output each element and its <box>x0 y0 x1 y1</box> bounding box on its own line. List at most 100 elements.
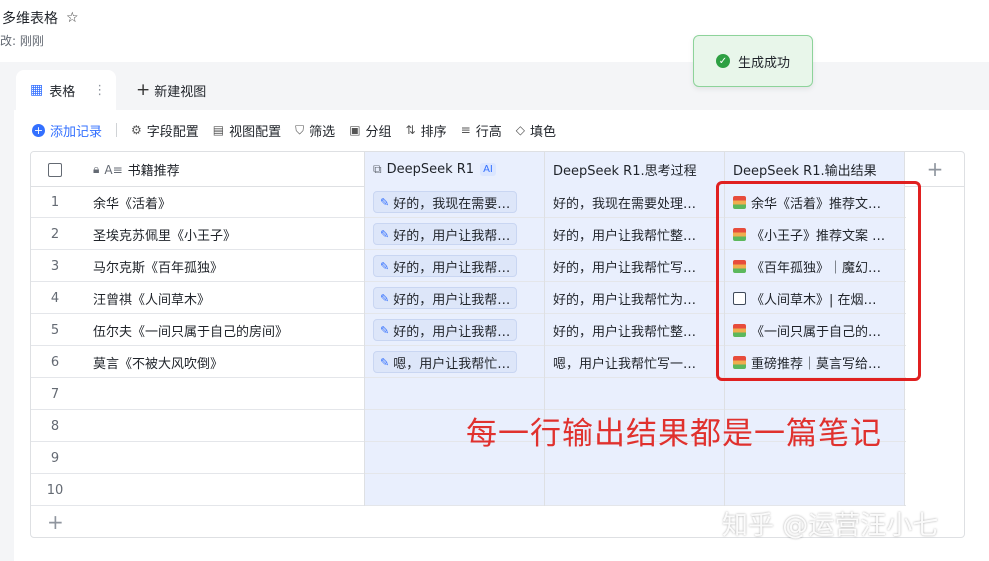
tab-table[interactable]: ▦ 表格 ⋮ <box>16 70 116 110</box>
filter-button[interactable]: ⛉ 筛选 <box>295 121 335 140</box>
row-number: 6 <box>31 346 79 378</box>
ai-result-text: 好的，用户让我帮… <box>393 260 511 276</box>
row-number-text: 5 <box>50 322 60 338</box>
cell-ai[interactable]: ✎ 好的，用户让我帮… <box>365 250 545 282</box>
row-number: 8 <box>31 410 79 442</box>
cell-ai[interactable]: ✎ 好的，用户让我帮… <box>365 218 545 250</box>
ai-generate-icon: ✎ <box>380 291 390 305</box>
ai-result-text: 嗯，用户让我帮忙… <box>393 356 511 372</box>
cell-book[interactable] <box>79 410 365 442</box>
row-height-label: 行高 <box>475 124 502 140</box>
row-height-button[interactable]: ≡ 行高 <box>461 121 502 140</box>
table-row[interactable]: 10 <box>31 474 906 506</box>
cell-output[interactable] <box>725 474 905 506</box>
cell-book[interactable]: 莫言《不被大风吹倒》 <box>79 346 365 378</box>
cell-book-text: 余华《活着》 <box>93 196 172 212</box>
cell-ai[interactable]: ✎ 好的，我现在需要… <box>365 186 545 218</box>
column-header-book[interactable]: 🔒︎ A≡ 书籍推荐 <box>79 152 365 187</box>
select-all-checkbox[interactable] <box>48 162 62 177</box>
watermark: 知乎 @运营汪小七 <box>722 511 939 541</box>
filter-icon: ⛉ <box>295 122 305 137</box>
ai-result-text: 好的，用户让我帮… <box>393 292 511 308</box>
sort-button[interactable]: ⇅ 排序 <box>406 121 447 140</box>
column-header-think-label: DeepSeek R1.思考过程 <box>553 164 697 179</box>
row-number: 2 <box>31 218 79 250</box>
cell-think[interactable]: 好的，用户让我帮忙整… <box>545 218 725 250</box>
toolbar-divider <box>116 123 118 137</box>
document-title[interactable]: 多维表格 ☆ <box>2 8 79 28</box>
group-label: 分组 <box>365 124 392 140</box>
ai-result-chip[interactable]: ✎ 好的，用户让我帮… <box>373 223 518 245</box>
cell-think[interactable] <box>545 474 725 506</box>
ai-result-chip[interactable]: ✎ 好的，我现在需要… <box>373 191 518 213</box>
table-row[interactable]: 7 <box>31 378 906 410</box>
lock-icon: 🔒︎ <box>93 162 100 176</box>
success-toast: ✓ 生成成功 <box>693 35 813 87</box>
column-header-think[interactable]: DeepSeek R1.思考过程 <box>545 152 725 187</box>
row-number: 4 <box>31 282 79 314</box>
row-number-text: 8 <box>50 418 60 434</box>
ai-badge: AI <box>480 163 496 176</box>
row-number-text: 9 <box>50 450 60 466</box>
star-icon[interactable]: ☆ <box>66 10 79 26</box>
view-config-button[interactable]: ▤ 视图配置 <box>213 121 281 140</box>
group-button[interactable]: ▣ 分组 <box>349 121 391 140</box>
toolbar: + 添加记录 ⚙ 字段配置 ▤ 视图配置 ⛉ 筛选 ▣ 分组 ⇅ 排序 ≡ 行高 <box>32 120 570 140</box>
cell-think-text: 好的，用户让我帮忙写… <box>553 260 697 276</box>
cell-ai[interactable]: ✎ 好的，用户让我帮… <box>365 314 545 346</box>
field-config-button[interactable]: ⚙ 字段配置 <box>131 121 199 140</box>
row-number-text: 6 <box>50 354 60 370</box>
row-number-text: 7 <box>50 386 60 402</box>
toast-text: 生成成功 <box>737 55 790 71</box>
cell-ai[interactable]: ✎ 嗯，用户让我帮忙… <box>365 346 545 378</box>
ai-generate-icon: ✎ <box>380 259 390 273</box>
cell-book[interactable]: 马尔克斯《百年孤独》 <box>79 250 365 282</box>
gear-icon: ⚙ <box>131 123 142 137</box>
cell-think-text: 好的，用户让我帮忙整… <box>553 324 697 340</box>
cell-think[interactable]: 好的，用户让我帮忙整… <box>545 314 725 346</box>
cell-think[interactable]: 好的，用户让我帮忙为… <box>545 282 725 314</box>
cell-book[interactable]: 伍尔夫《一间只属于自己的房间》 <box>79 314 365 346</box>
filter-label: 筛选 <box>309 124 336 140</box>
add-record-button[interactable]: + 添加记录 <box>32 121 102 140</box>
cell-book[interactable]: 余华《活着》 <box>79 186 365 218</box>
view-tabs: ▦ 表格 ⋮ + 新建视图 <box>14 70 989 110</box>
cell-think-text: 好的，用户让我帮忙整… <box>553 228 697 244</box>
new-view-button[interactable]: + 新建视图 <box>136 80 206 100</box>
row-number-text: 2 <box>50 226 60 242</box>
row-number: 7 <box>31 378 79 410</box>
row-number: 9 <box>31 442 79 474</box>
cell-think[interactable]: 好的，用户让我帮忙写… <box>545 250 725 282</box>
row-number: 10 <box>31 474 79 506</box>
cell-ai[interactable] <box>365 474 545 506</box>
cell-output[interactable] <box>725 378 905 410</box>
cell-book[interactable] <box>79 442 365 474</box>
ai-result-chip[interactable]: ✎ 好的，用户让我帮… <box>373 287 518 309</box>
plus-icon: + <box>136 80 151 100</box>
document-subtitle: 改: 刚刚 <box>0 34 44 48</box>
cell-book[interactable]: 汪曾祺《人间草木》 <box>79 282 365 314</box>
annotation-text: 每一行输出结果都是一篇笔记 <box>466 416 882 452</box>
document-title-text: 多维表格 <box>2 11 58 27</box>
cell-think[interactable]: 好的，我现在需要处理… <box>545 186 725 218</box>
cell-ai[interactable]: ✎ 好的，用户让我帮… <box>365 282 545 314</box>
cell-book[interactable] <box>79 474 365 506</box>
column-header-output-label: DeepSeek R1.输出结果 <box>733 164 877 179</box>
sort-icon: ⇅ <box>405 123 416 137</box>
ai-result-chip[interactable]: ✎ 好的，用户让我帮… <box>373 255 518 277</box>
cell-think-text: 好的，我现在需要处理… <box>553 196 697 212</box>
highlight-box <box>716 181 921 381</box>
cell-ai[interactable] <box>365 378 545 410</box>
more-vertical-icon[interactable]: ⋮ <box>93 83 106 98</box>
ai-result-chip[interactable]: ✎ 嗯，用户让我帮忙… <box>373 351 518 373</box>
ai-result-chip[interactable]: ✎ 好的，用户让我帮… <box>373 319 518 341</box>
cell-book[interactable] <box>79 378 365 410</box>
ai-generate-icon: ✎ <box>380 323 390 337</box>
cell-think[interactable] <box>545 378 725 410</box>
column-header-ai[interactable]: ⧉ DeepSeek R1 AI <box>365 152 545 187</box>
cell-think[interactable]: 嗯，用户让我帮忙写一… <box>545 346 725 378</box>
select-all-cell[interactable] <box>31 152 79 187</box>
fill-color-button[interactable]: ◇ 填色 <box>516 121 556 140</box>
cell-think-text: 好的，用户让我帮忙为… <box>553 292 697 308</box>
cell-book[interactable]: 圣埃克苏佩里《小王子》 <box>79 218 365 250</box>
